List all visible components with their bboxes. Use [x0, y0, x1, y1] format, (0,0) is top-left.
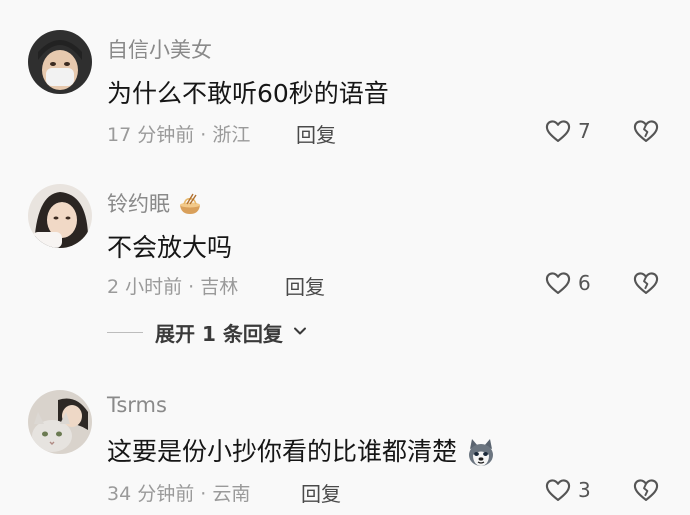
- comment-text: 不会放大吗: [107, 233, 233, 262]
- username-text: 铃约眠: [107, 192, 170, 216]
- avatar[interactable]: [28, 184, 92, 248]
- chevron-down-icon: [294, 327, 306, 335]
- username[interactable]: Tsrms: [107, 393, 167, 417]
- heart-icon[interactable]: [544, 269, 572, 297]
- noodle-bowl-icon: [179, 193, 200, 214]
- broken-heart-icon[interactable]: [632, 117, 660, 145]
- comment-meta: 34 分钟前 · 云南: [107, 483, 251, 505]
- like-count: 3: [578, 478, 591, 502]
- divider-line: [107, 332, 143, 333]
- username[interactable]: 自信小美女: [107, 34, 212, 64]
- avatar[interactable]: [28, 30, 92, 94]
- broken-heart-icon[interactable]: [632, 269, 660, 297]
- like-count: 7: [578, 119, 591, 143]
- avatar[interactable]: [28, 390, 92, 454]
- like-count: 6: [578, 271, 591, 295]
- comment-meta: 2 小时前 · 吉林: [107, 276, 239, 298]
- reply-button[interactable]: 回复: [285, 271, 325, 300]
- expand-replies-label: 展开 1 条回复: [155, 322, 283, 346]
- comment-meta: 17 分钟前 · 浙江: [107, 124, 251, 146]
- comment-text: 这要是份小抄你看的比谁都清楚: [107, 432, 497, 469]
- heart-icon[interactable]: [544, 476, 572, 504]
- heart-icon[interactable]: [544, 117, 572, 145]
- comment-text-content: 这要是份小抄你看的比谁都清楚: [107, 437, 458, 466]
- username[interactable]: 铃约眠: [107, 188, 203, 218]
- reply-button[interactable]: 回复: [296, 119, 336, 148]
- husky-dog-icon: [468, 439, 493, 466]
- comment-text: 为什么不敢听60秒的语音: [107, 79, 389, 108]
- broken-heart-icon[interactable]: [632, 476, 660, 504]
- reply-button[interactable]: 回复: [301, 478, 341, 507]
